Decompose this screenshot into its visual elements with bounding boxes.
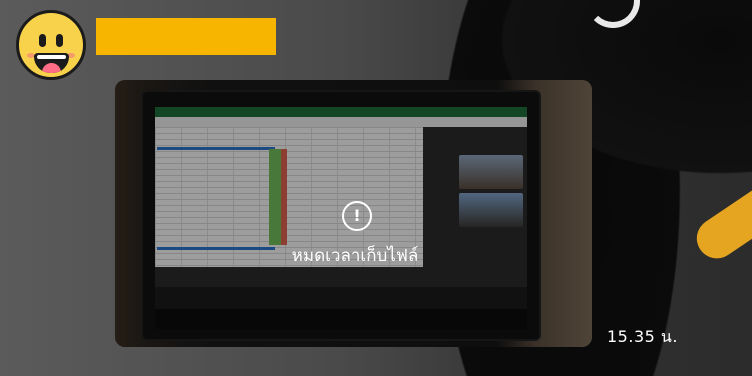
avatar-mouth — [34, 53, 69, 73]
avatar-left-eye — [39, 34, 46, 47]
expired-image-message[interactable]: ! หมดเวลาเก็บไฟล์ — [115, 80, 592, 347]
message-timestamp: 15.35 น. — [607, 327, 678, 346]
avatar-right-eye — [56, 34, 63, 47]
sender-name-redaction-bar — [96, 18, 276, 55]
exclamation-circle-icon: ! — [342, 201, 372, 231]
file-expired-label: หมดเวลาเก็บไฟล์ — [291, 246, 419, 266]
sender-avatar-icon[interactable] — [16, 10, 86, 80]
